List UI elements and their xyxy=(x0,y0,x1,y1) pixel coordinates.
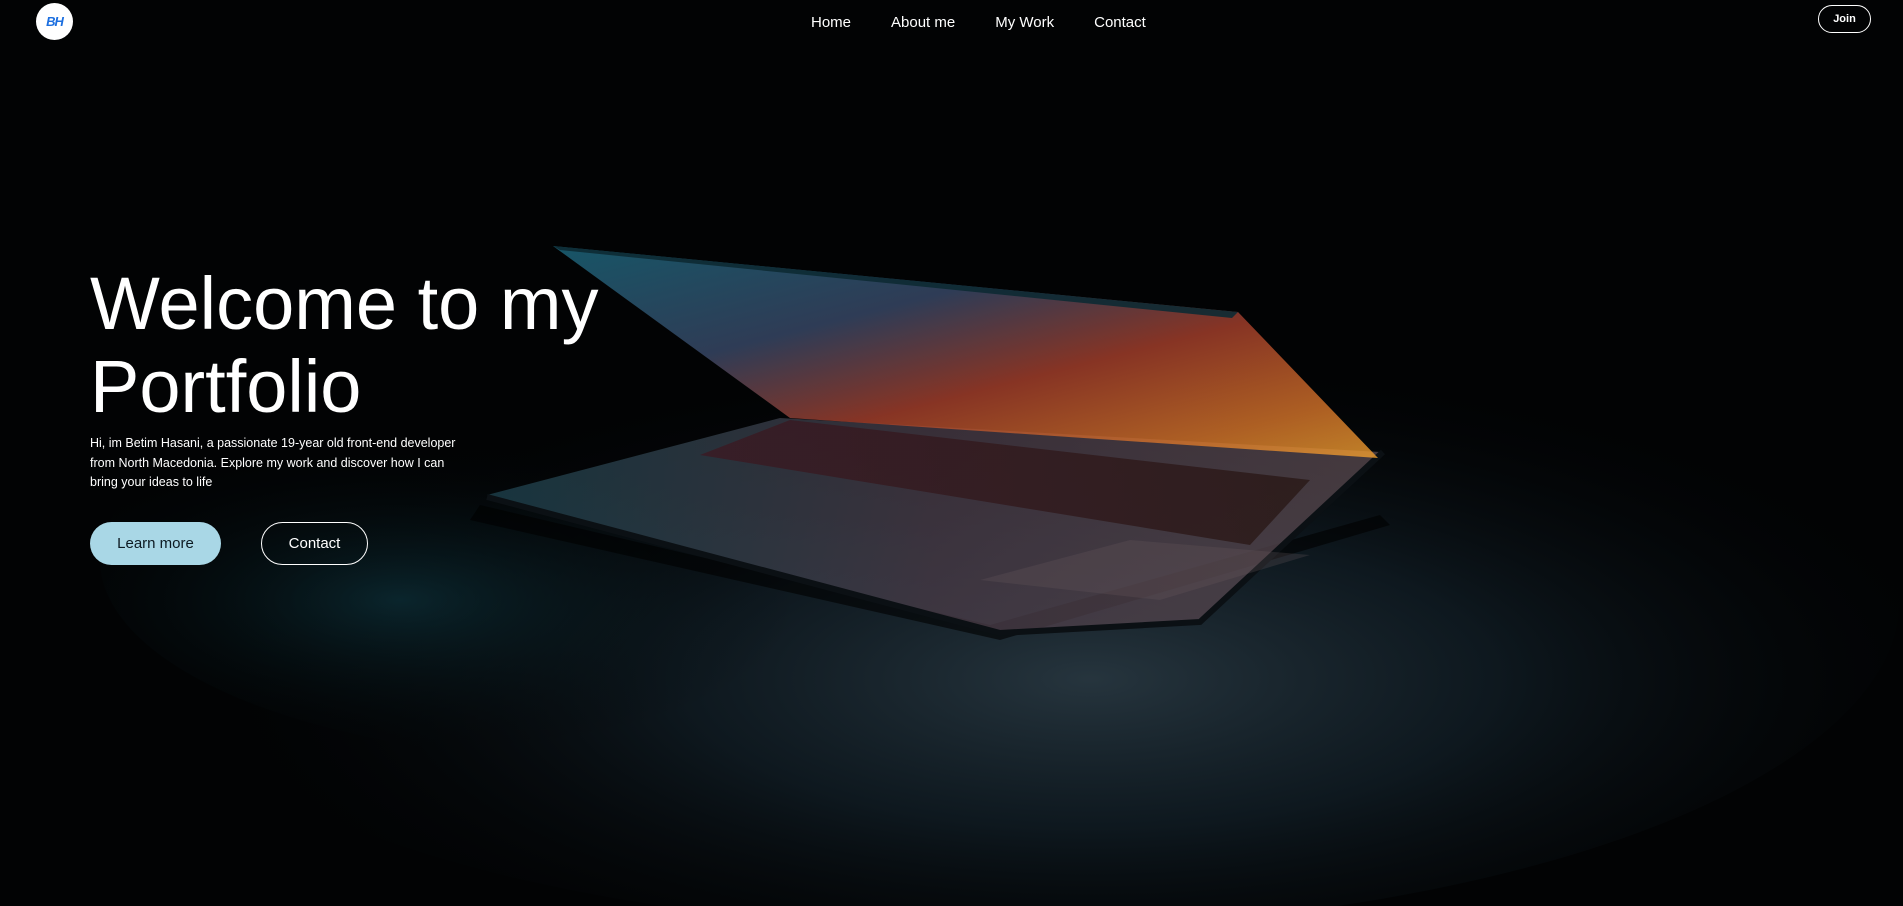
hero-buttons: Learn more Contact xyxy=(90,522,368,565)
nav-links: Home About me My Work Contact xyxy=(811,14,1146,31)
hero-title-line1: Welcome to my xyxy=(90,262,599,345)
join-button[interactable]: Join xyxy=(1818,5,1871,33)
hero-description: Hi, im Betim Hasani, a passionate 19-yea… xyxy=(90,436,456,489)
page: BH Home About me My Work Contact Join We… xyxy=(0,0,1903,906)
contact-button[interactable]: Contact xyxy=(261,522,368,565)
hero-title: Welcome to my Portfolio xyxy=(90,262,710,428)
hero-title-line2: Portfolio xyxy=(90,345,362,428)
nav-link-about-me[interactable]: About me xyxy=(891,14,955,31)
nav-link-contact[interactable]: Contact xyxy=(1094,14,1146,31)
logo-text: BH xyxy=(46,14,64,29)
hero-section: Welcome to my Portfolio Hi, im Betim Has… xyxy=(90,262,710,565)
nav-link-my-work[interactable]: My Work xyxy=(995,14,1054,31)
navbar: BH Home About me My Work Contact Join xyxy=(0,0,1903,44)
nav-link-home[interactable]: Home xyxy=(811,14,851,31)
logo[interactable]: BH xyxy=(36,3,73,40)
learn-more-button[interactable]: Learn more xyxy=(90,522,221,565)
